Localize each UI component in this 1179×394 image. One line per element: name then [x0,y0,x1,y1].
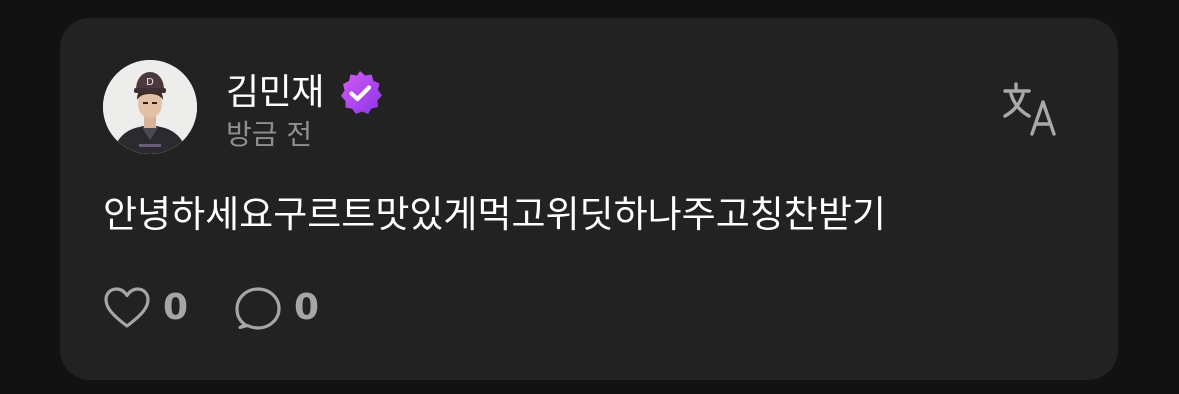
speech-bubble-icon [235,287,281,330]
comment-count: 0 [294,287,320,328]
like-button[interactable]: 0 [103,286,188,330]
author-row: 김민재 [226,70,384,116]
avatar[interactable]: D [103,60,197,154]
translate-icon[interactable] [1002,80,1062,136]
author-name[interactable]: 김민재 [226,71,324,115]
verified-badge-icon [340,71,382,114]
like-count: 0 [163,287,189,328]
comment-button[interactable]: 0 [234,286,319,330]
avatar-image: D [103,60,197,154]
svg-text:D: D [146,77,154,88]
post-body: 안녕하세요구르트맛있게먹고위딧하나주고칭찬받기 [103,193,886,236]
post-timestamp: 방금 전 [226,118,313,151]
heart-icon [104,287,150,328]
post-card: D 김민재 방금 전 안녕하세요구르트맛있게먹고위딧하나주고칭찬받기 0 0 [60,18,1118,380]
